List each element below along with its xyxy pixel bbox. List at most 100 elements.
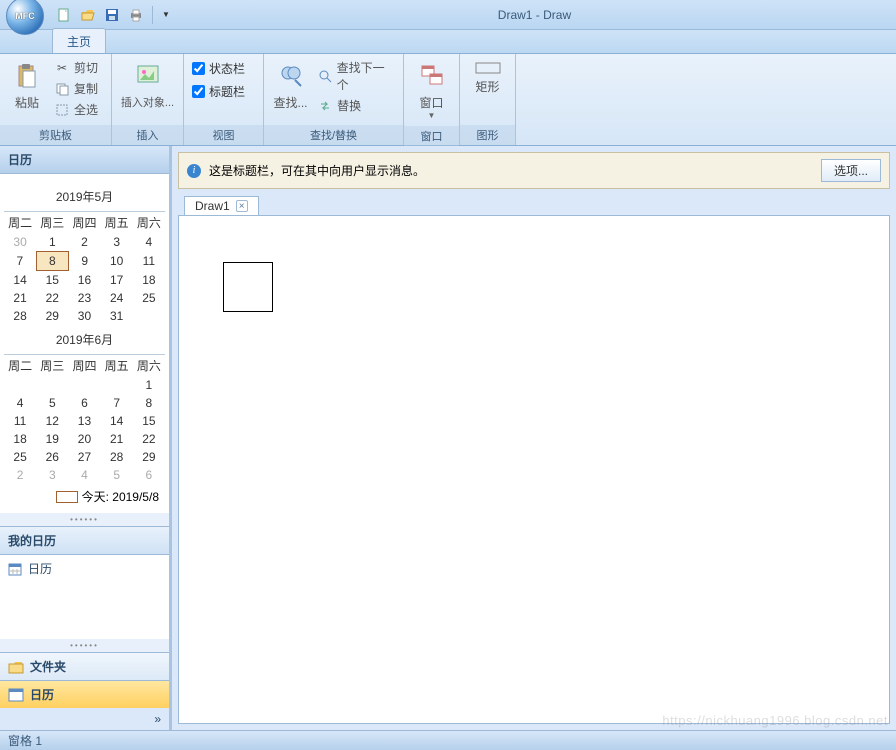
grip-handle[interactable]: ••••••	[0, 513, 169, 526]
calendar-day[interactable]: 25	[4, 448, 36, 466]
calendar-day[interactable]: 6	[68, 394, 100, 412]
nav-expand-chevron[interactable]: »	[0, 708, 169, 730]
calendar-icon	[8, 562, 22, 576]
calendar-day[interactable]: 18	[133, 271, 165, 290]
replace-label: 替换	[337, 97, 361, 114]
calendar-day[interactable]: 5	[101, 466, 133, 484]
status-bar-checkbox[interactable]: 状态栏	[190, 58, 247, 79]
qat-open-button[interactable]	[78, 5, 98, 25]
calendar-day[interactable]: 1	[133, 376, 165, 394]
month1-table[interactable]: 周二周三周四周五周六301234789101114151617182122232…	[4, 211, 165, 325]
calendar-day[interactable]: 17	[101, 271, 133, 290]
nav-folder[interactable]: 文件夹	[0, 652, 169, 680]
calendar-day[interactable]: 30	[68, 307, 100, 325]
nav-calendar[interactable]: 日历	[0, 680, 169, 708]
insert-object-button[interactable]: 插入对象...	[119, 58, 177, 112]
tab-home[interactable]: 主页	[52, 28, 106, 53]
calendar-day[interactable]	[68, 376, 100, 394]
calendar-day[interactable]: 13	[68, 412, 100, 430]
calendar-day[interactable]: 4	[133, 233, 165, 252]
calendar-day[interactable]: 20	[68, 430, 100, 448]
calendar-day[interactable]: 27	[68, 448, 100, 466]
group-insert-label: 插入	[112, 125, 183, 145]
calendar-day[interactable]: 4	[68, 466, 100, 484]
calendar-day[interactable]: 12	[36, 412, 68, 430]
my-calendar-header[interactable]: 我的日历	[0, 526, 169, 555]
app-orb-button[interactable]: MFC	[6, 0, 44, 35]
window-label: 窗口	[419, 94, 443, 111]
calendar-day[interactable]: 24	[101, 289, 133, 307]
calendar-day[interactable]: 14	[101, 412, 133, 430]
calendar-day[interactable]: 6	[133, 466, 165, 484]
calendar-day[interactable]: 11	[133, 252, 165, 271]
find-button[interactable]: 查找...	[270, 58, 311, 113]
calendar-day[interactable]: 14	[4, 271, 36, 290]
calendar-day[interactable]: 23	[68, 289, 100, 307]
cut-icon: ✂	[54, 60, 70, 76]
replace-button[interactable]: 替换	[315, 96, 397, 115]
info-options-button[interactable]: 选项...	[821, 159, 881, 182]
cut-button[interactable]: ✂ 剪切	[52, 58, 100, 77]
calendar-day[interactable]: 22	[36, 289, 68, 307]
status-bar-check[interactable]	[192, 62, 205, 75]
calendar-day[interactable]: 15	[133, 412, 165, 430]
month2-table[interactable]: 周二周三周四周五周六145678111213141518192021222526…	[4, 354, 165, 484]
find-next-button[interactable]: 查找下一个	[315, 58, 397, 94]
calendar-day[interactable]: 30	[4, 233, 36, 252]
calendar-day[interactable]: 2	[4, 466, 36, 484]
calendar-day[interactable]: 5	[36, 394, 68, 412]
qat-print-button[interactable]	[126, 5, 146, 25]
paste-button[interactable]: 粘贴	[6, 58, 48, 113]
calendar-day[interactable]: 2	[68, 233, 100, 252]
calendar-day[interactable]: 8	[133, 394, 165, 412]
calendar-day[interactable]: 16	[68, 271, 100, 290]
calendar-day[interactable]: 19	[36, 430, 68, 448]
calendar-day[interactable]: 29	[133, 448, 165, 466]
copy-button[interactable]: 复制	[52, 79, 100, 98]
calendar-day[interactable]: 7	[101, 394, 133, 412]
calendar-day[interactable]: 29	[36, 307, 68, 325]
drawn-rectangle[interactable]	[223, 262, 273, 312]
qat-save-button[interactable]	[102, 5, 122, 25]
doc-tab-draw1[interactable]: Draw1 ×	[184, 196, 259, 216]
calendar-day[interactable]: 10	[101, 252, 133, 271]
window-button[interactable]: 窗口 ▼	[411, 58, 453, 122]
calendar-day[interactable]: 11	[4, 412, 36, 430]
rectangle-button[interactable]: 矩形	[467, 58, 509, 97]
calendar-day[interactable]: 26	[36, 448, 68, 466]
grip-handle-2[interactable]: ••••••	[0, 639, 169, 652]
chevron-down-icon: ▼	[428, 111, 436, 120]
calendar-day[interactable]: 15	[36, 271, 68, 290]
calendar-day[interactable]: 1	[36, 233, 68, 252]
calendar-day[interactable]: 22	[133, 430, 165, 448]
title-bar-check[interactable]	[192, 85, 205, 98]
calendar-day[interactable]: 21	[4, 289, 36, 307]
calendar-day[interactable]: 9	[68, 252, 100, 271]
drawing-canvas[interactable]	[178, 215, 890, 724]
dow-header: 周二	[4, 355, 36, 377]
calendar-day[interactable]: 21	[101, 430, 133, 448]
calendar-day[interactable]: 3	[101, 233, 133, 252]
calendar-day[interactable]	[36, 376, 68, 394]
group-insert: 插入对象... 插入	[112, 54, 184, 145]
calendar-day[interactable]: 31	[101, 307, 133, 325]
calendar-day[interactable]: 4	[4, 394, 36, 412]
calendar-day[interactable]: 28	[101, 448, 133, 466]
select-all-button[interactable]: 全选	[52, 100, 100, 119]
calendar-day[interactable]: 28	[4, 307, 36, 325]
today-row[interactable]: 今天: 2019/5/8	[4, 484, 165, 505]
calendar-day[interactable]	[133, 307, 165, 325]
calendar-nav-icon	[8, 688, 24, 702]
calendar-day[interactable]	[101, 376, 133, 394]
calendar-item[interactable]: 日历	[0, 555, 169, 582]
calendar-day[interactable]: 8	[36, 252, 68, 271]
calendar-day[interactable]: 3	[36, 466, 68, 484]
calendar-day[interactable]: 7	[4, 252, 36, 271]
qat-new-button[interactable]	[54, 5, 74, 25]
calendar-day[interactable]: 25	[133, 289, 165, 307]
title-bar-checkbox[interactable]: 标题栏	[190, 81, 247, 102]
doc-tab-close-icon[interactable]: ×	[236, 200, 248, 212]
qat-dropdown[interactable]: ▼	[159, 10, 173, 19]
calendar-day[interactable]: 18	[4, 430, 36, 448]
calendar-day[interactable]	[4, 376, 36, 394]
